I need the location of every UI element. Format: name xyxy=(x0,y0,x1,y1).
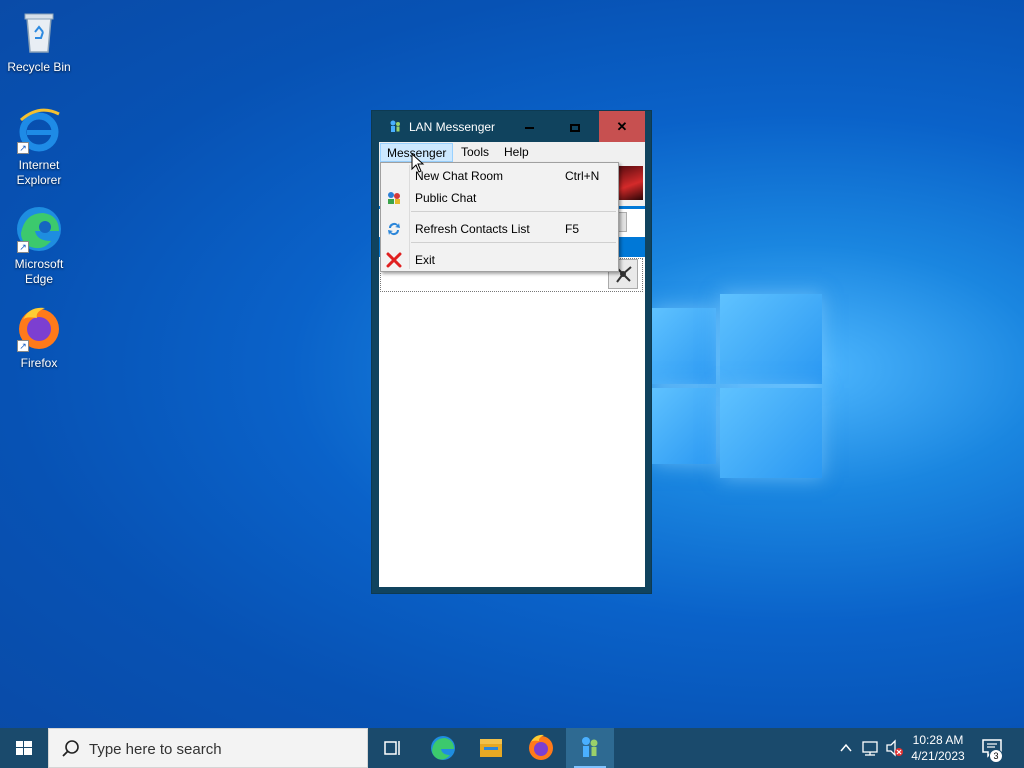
desktop-icon-internet-explorer[interactable]: ↗ Internet Explorer xyxy=(1,106,77,188)
desktop-icon-microsoft-edge[interactable]: ↗ Microsoft Edge xyxy=(1,205,77,287)
messenger-dropdown-menu: New Chat Room Ctrl+N Public Chat Refresh… xyxy=(380,162,619,272)
desktop-icon-firefox[interactable]: ↗ Firefox xyxy=(1,304,77,371)
file-explorer-icon xyxy=(480,739,502,757)
taskbar-firefox[interactable] xyxy=(517,728,565,768)
task-view-icon xyxy=(384,741,400,755)
taskbar-clock[interactable]: 10:28 AM 4/21/2023 xyxy=(906,732,970,764)
refresh-icon xyxy=(386,221,402,237)
menu-item-label: New Chat Room xyxy=(415,169,504,183)
taskbar-edge[interactable] xyxy=(419,728,467,768)
search-placeholder: Type here to search xyxy=(89,741,222,758)
firefox-icon xyxy=(529,734,553,760)
menu-item-shortcut: Ctrl+N xyxy=(565,169,600,183)
menu-separator xyxy=(411,211,616,212)
minimize-icon xyxy=(524,126,534,129)
menu-item-label: Exit xyxy=(415,253,436,267)
recycle-bin-icon xyxy=(15,8,63,56)
edge-icon xyxy=(431,736,455,760)
windows-start-icon xyxy=(16,741,32,755)
network-tray-icon xyxy=(862,741,878,756)
window-title: LAN Messenger xyxy=(409,120,496,134)
menu-item-public-chat[interactable]: Public Chat xyxy=(383,187,616,209)
desktop-icon-label: Firefox xyxy=(20,356,58,370)
taskbar: Type here to search 10:28 AM 4/21/2023 xyxy=(0,728,1024,768)
maximize-icon xyxy=(570,123,580,132)
clock-date: 4/21/2023 xyxy=(911,749,965,763)
taskbar-search-box[interactable]: Type here to search xyxy=(48,728,368,768)
firefox-icon: ↗ xyxy=(15,304,63,352)
tray-chevron-button[interactable] xyxy=(836,728,856,768)
close-button[interactable]: ✕ xyxy=(599,111,645,142)
task-view-button[interactable] xyxy=(368,728,416,768)
taskbar-lan-messenger[interactable] xyxy=(566,728,614,768)
desktop-icon-label: Recycle Bin xyxy=(7,60,71,74)
start-button[interactable] xyxy=(0,728,48,768)
mouse-cursor-icon xyxy=(411,152,425,173)
volume-muted-icon xyxy=(886,739,903,757)
shortcut-arrow-icon: ↗ xyxy=(17,340,29,352)
menu-item-label: Refresh Contacts List xyxy=(415,222,530,236)
internet-explorer-icon: ↗ xyxy=(15,106,63,154)
desktop-icon-label: Microsoft Edge xyxy=(14,257,64,286)
minimize-button[interactable] xyxy=(506,111,552,142)
lan-messenger-icon xyxy=(388,119,402,133)
notification-count-badge: 3 xyxy=(989,749,1003,763)
desktop-icon-label: Internet Explorer xyxy=(16,158,62,187)
clock-time: 10:28 AM xyxy=(912,733,964,747)
menu-item-label: Public Chat xyxy=(415,191,477,205)
menu-tools[interactable]: Tools xyxy=(455,143,495,162)
shortcut-arrow-icon: ↗ xyxy=(17,241,29,253)
menu-separator xyxy=(411,242,616,243)
window-titlebar[interactable]: LAN Messenger ✕ xyxy=(372,111,651,142)
volume-tray-button[interactable] xyxy=(884,728,906,768)
menu-help[interactable]: Help xyxy=(498,143,535,162)
public-chat-icon xyxy=(386,190,402,206)
edge-icon: ↗ xyxy=(15,205,63,253)
search-icon xyxy=(62,740,79,757)
maximize-button[interactable] xyxy=(552,111,598,142)
close-icon: ✕ xyxy=(616,119,628,134)
network-tray-button[interactable] xyxy=(860,728,882,768)
menu-item-exit[interactable]: Exit xyxy=(383,249,616,271)
desktop-icon-recycle-bin[interactable]: Recycle Bin xyxy=(1,8,77,75)
menu-item-refresh-contacts[interactable]: Refresh Contacts List F5 xyxy=(383,218,616,240)
windows-logo-wallpaper xyxy=(652,290,824,480)
shortcut-arrow-icon: ↗ xyxy=(17,142,29,154)
lan-messenger-icon xyxy=(582,737,598,757)
user-avatar[interactable] xyxy=(619,166,643,200)
exit-x-icon xyxy=(386,252,402,268)
chevron-up-icon xyxy=(840,743,852,752)
taskbar-file-explorer[interactable] xyxy=(467,728,515,768)
menu-item-shortcut: F5 xyxy=(565,222,580,236)
